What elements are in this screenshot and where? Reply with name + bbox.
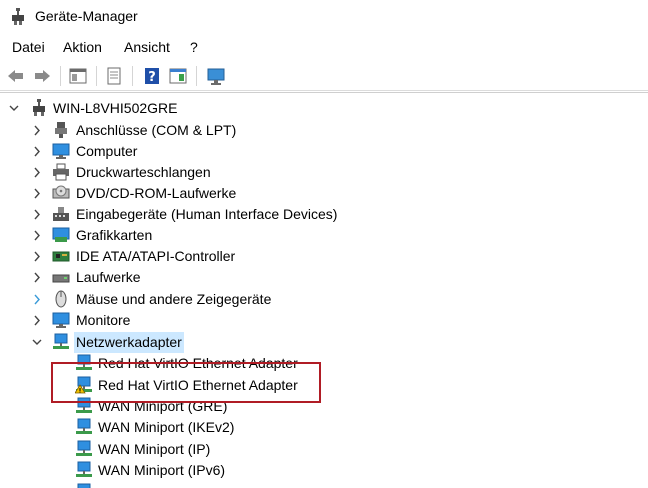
toolbar-separator: [196, 66, 197, 86]
tree-device[interactable]: WAN Miniport (IKEv2): [0, 417, 648, 438]
category-label: Laufwerke: [76, 269, 141, 285]
display-adapter-icon: [52, 227, 70, 242]
tree-category[interactable]: Computer: [0, 141, 648, 162]
mouse-icon: [55, 290, 67, 308]
device-label: Red Hat VirtIO Ethernet Adapter: [98, 355, 298, 371]
chevron-right-icon[interactable]: [31, 204, 43, 225]
chevron-right-icon[interactable]: [31, 162, 43, 183]
network-adapter-icon: [76, 418, 92, 434]
chevron-right-icon[interactable]: [31, 141, 43, 162]
device-label: Red Hat VirtIO Ethernet Adapter: [98, 377, 298, 393]
title-bar: Geräte-Manager: [0, 0, 648, 34]
tree-device-warning[interactable]: Red Hat VirtIO Ethernet Adapter: [0, 375, 648, 396]
menu-help[interactable]: ?: [190, 39, 198, 55]
monitor-icon: [52, 312, 70, 328]
tree-category[interactable]: Laufwerke: [0, 267, 648, 288]
category-label: Computer: [76, 143, 138, 159]
network-adapter-icon: [76, 354, 92, 370]
device-label: WAN Miniport (GRE): [98, 398, 228, 414]
category-label: Eingabegeräte (Human Interface Devices): [76, 206, 338, 222]
forward-arrow-icon[interactable]: [32, 66, 52, 86]
network-adapter-icon: [76, 461, 92, 477]
disk-drive-icon: [52, 274, 70, 283]
tree-device[interactable]: WAN Miniport (IP): [0, 439, 648, 460]
chevron-right-icon[interactable]: [31, 246, 43, 267]
tree-category[interactable]: Monitore: [0, 310, 648, 331]
properties-icon[interactable]: [104, 66, 124, 86]
tree-device[interactable]: Red Hat VirtIO Ethernet Adapter: [0, 353, 648, 374]
tree-category[interactable]: Mäuse und andere Zeigegeräte: [0, 289, 648, 310]
category-label: Anschlüsse (COM & LPT): [76, 122, 237, 138]
chevron-right-icon[interactable]: [31, 289, 43, 310]
computer-icon: [52, 143, 70, 159]
show-hide-console-tree-icon[interactable]: [68, 66, 88, 86]
tree-device[interactable]: WAN Miniport (GRE): [0, 396, 648, 417]
tree-category[interactable]: Anschlüsse (COM & LPT): [0, 120, 648, 141]
menu-bar: Datei Aktion Ansicht ?: [0, 36, 648, 58]
chevron-down-icon[interactable]: [8, 98, 20, 119]
dvd-drive-icon: [52, 185, 70, 199]
tree-device-partial[interactable]: [0, 482, 648, 488]
menu-datei[interactable]: Datei: [12, 39, 45, 55]
device-label: WAN Miniport (IPv6): [98, 462, 226, 478]
device-tree: WIN-L8VHI502GRE Anschlüsse (COM & LPT) C…: [0, 92, 648, 488]
tree-root[interactable]: WIN-L8VHI502GRE: [0, 98, 648, 119]
tree-category[interactable]: IDE ATA/ATAPI-Controller: [0, 246, 648, 267]
chevron-right-icon[interactable]: [31, 310, 43, 331]
toolbar-separator: [60, 66, 61, 86]
tree-device[interactable]: WAN Miniport (IPv6): [0, 460, 648, 481]
help-icon[interactable]: ?: [142, 66, 162, 86]
network-adapter-icon: [76, 440, 92, 456]
hid-icon: [53, 207, 69, 221]
category-label: DVD/CD-ROM-Laufwerke: [76, 185, 237, 201]
tree-category[interactable]: Grafikkarten: [0, 225, 648, 246]
device-manager-icon: [12, 8, 24, 25]
tree-category[interactable]: Eingabegeräte (Human Interface Devices): [0, 204, 648, 225]
tree-category-expanded[interactable]: Netzwerkadapter: [0, 332, 648, 353]
device-label: WAN Miniport (IKEv2): [98, 419, 235, 435]
tree-category[interactable]: Druckwarteschlangen: [0, 162, 648, 183]
category-label: Monitore: [76, 312, 131, 328]
category-label: Mäuse und andere Zeigegeräte: [76, 291, 272, 307]
ide-controller-icon: [52, 251, 70, 262]
toolbar: ?: [0, 62, 648, 91]
network-adapter-icon: [53, 333, 69, 349]
tree-category[interactable]: DVD/CD-ROM-Laufwerke: [0, 183, 648, 204]
scan-hardware-icon[interactable]: [206, 66, 226, 86]
chevron-down-icon[interactable]: [31, 332, 43, 353]
category-label-selected: Netzwerkadapter: [74, 332, 184, 353]
root-label: WIN-L8VHI502GRE: [53, 100, 178, 116]
action-pane-icon[interactable]: [168, 66, 188, 86]
svg-text:?: ?: [148, 70, 156, 85]
back-arrow-icon[interactable]: [6, 66, 26, 86]
network-adapter-warning-icon: [75, 376, 92, 394]
chevron-right-icon[interactable]: [31, 120, 43, 141]
category-label: IDE ATA/ATAPI-Controller: [76, 248, 236, 264]
computer-root-icon: [33, 99, 45, 116]
category-label: Grafikkarten: [76, 227, 153, 243]
port-icon: [55, 122, 67, 138]
toolbar-separator: [132, 66, 133, 86]
printer-icon: [53, 163, 69, 181]
menu-ansicht[interactable]: Ansicht: [124, 39, 170, 55]
menu-aktion[interactable]: Aktion: [63, 39, 102, 55]
chevron-right-icon[interactable]: [31, 183, 43, 204]
window-title: Geräte-Manager: [35, 8, 138, 24]
network-adapter-icon: [76, 397, 92, 413]
network-adapter-icon: [77, 483, 91, 488]
chevron-right-icon[interactable]: [31, 225, 43, 246]
toolbar-separator: [96, 66, 97, 86]
chevron-right-icon[interactable]: [31, 267, 43, 288]
category-label: Druckwarteschlangen: [76, 164, 211, 180]
device-label: WAN Miniport (IP): [98, 441, 211, 457]
